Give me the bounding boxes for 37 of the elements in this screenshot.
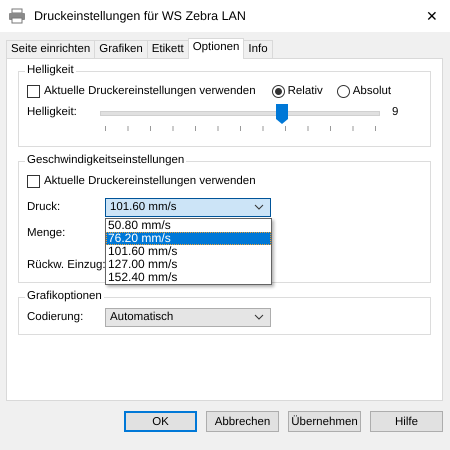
radio-label[interactable]: Absolut: [352, 85, 392, 97]
speed-dropdown[interactable]: 101.60 mm/s: [105, 198, 271, 216]
dialog-button[interactable]: Hilfe: [370, 411, 443, 432]
group-title: Helligkeit: [25, 64, 76, 76]
checkbox-label[interactable]: Aktuelle Druckereinstellungen verwenden: [44, 175, 256, 187]
dropdown-option[interactable]: 76.20 mm/s: [106, 232, 271, 244]
group-title: Grafikoptionen: [25, 290, 104, 302]
dialog-button[interactable]: OK: [124, 411, 197, 432]
slider-label: Helligkeit:: [27, 106, 78, 118]
window-title: Druckeinstellungen für WS Zebra LAN: [34, 9, 247, 23]
dropdown-option[interactable]: 101.60 mm/s: [106, 244, 271, 258]
radio-button[interactable]: [272, 84, 285, 98]
dropdown-option[interactable]: 50.80 mm/s: [106, 218, 271, 232]
dropdown-option[interactable]: 152.40 mm/s: [106, 270, 271, 284]
encoding-dropdown[interactable]: Automatisch: [105, 308, 271, 326]
chevron-icon: [254, 314, 264, 320]
checkbox-label[interactable]: Aktuelle Druckereinstellungen verwenden: [44, 85, 256, 97]
dialog-button[interactable]: Übernehmen: [288, 411, 361, 432]
radio-button[interactable]: [336, 84, 350, 98]
tab[interactable]: Seite einrichten: [6, 40, 96, 58]
field-label: Codierung:: [27, 311, 84, 323]
field-label: Druck:: [27, 201, 62, 213]
field-label: Menge:: [27, 227, 66, 239]
close-button[interactable]: ✕: [422, 8, 442, 24]
group-title: Geschwindigkeitseinstellungen: [25, 154, 186, 166]
tab[interactable]: Info: [243, 40, 273, 58]
slider-thumb[interactable]: [276, 104, 288, 124]
printer-icon: [8, 8, 26, 24]
slider-value: 9: [392, 106, 398, 118]
chevron-icon: [254, 204, 264, 210]
field-label: Rückw. Einzug:: [27, 259, 105, 271]
radio-label[interactable]: Relativ: [288, 85, 323, 97]
checkbox[interactable]: [27, 174, 40, 188]
checkbox[interactable]: [27, 84, 40, 98]
tab[interactable]: Optionen: [188, 38, 244, 59]
dialog-button[interactable]: Abbrechen: [206, 411, 279, 432]
dropdown-option[interactable]: 127.00 mm/s: [106, 258, 271, 270]
